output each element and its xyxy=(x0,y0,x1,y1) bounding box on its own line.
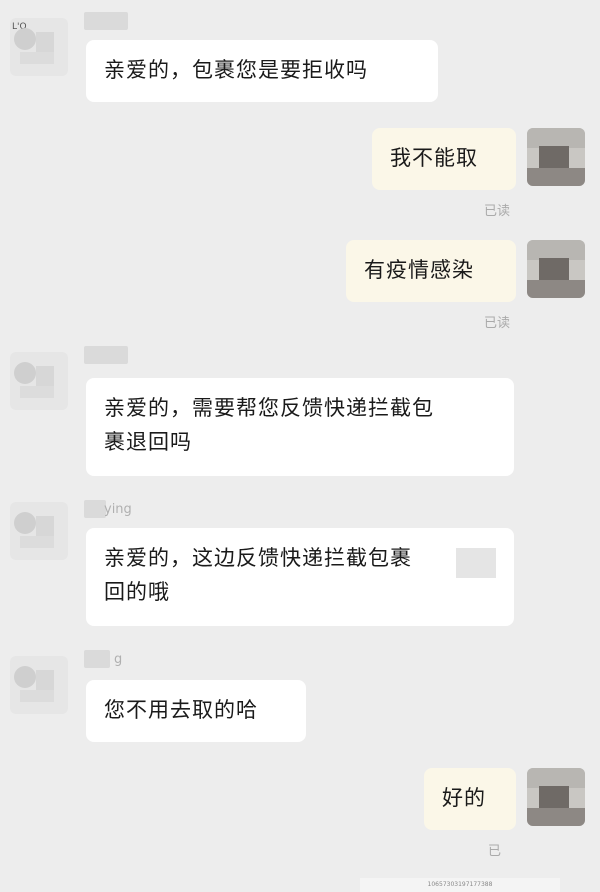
message-bubble[interactable]: 有疫情感染 xyxy=(346,240,516,302)
message-bubble[interactable]: 亲爱的，需要帮您反馈快递拦截包 裹退回吗 xyxy=(86,378,514,476)
message-text-line-1: 亲爱的，需要帮您反馈快递拦截包 xyxy=(104,396,434,420)
bottom-code-strip: 10657303197177388 xyxy=(360,878,560,892)
message-text-line-2: 裹退回吗 xyxy=(104,430,192,454)
sender-name xyxy=(84,346,128,364)
read-status: 已 xyxy=(488,844,502,859)
sender-name-text: ying xyxy=(104,502,132,517)
chat-window: L'O 亲爱的，包裹您是要拒收吗 我不能取 已读 有疫情感染 已读 亲爱的，需要… xyxy=(0,0,600,892)
message-text-line-1: 亲爱的，这边反馈快递拦截包裹 xyxy=(104,546,412,570)
message-text-line-2: 回的哦 xyxy=(104,580,170,604)
avatar[interactable] xyxy=(10,656,68,714)
message-text: 我不能取 xyxy=(390,146,478,170)
read-status: 已读 xyxy=(484,316,511,331)
message-text: 好的 xyxy=(442,786,486,810)
sender-name xyxy=(84,650,110,668)
avatar[interactable] xyxy=(527,128,585,186)
avatar[interactable] xyxy=(527,240,585,298)
sender-name xyxy=(84,12,128,30)
message-bubble[interactable]: 亲爱的，包裹您是要拒收吗 xyxy=(86,40,438,102)
message-bubble[interactable]: 您不用去取的哈 xyxy=(86,680,306,742)
avatar[interactable] xyxy=(527,768,585,826)
avatar[interactable] xyxy=(10,502,68,560)
sender-name-text: g xyxy=(114,652,123,667)
sender-name xyxy=(84,500,106,518)
message-bubble[interactable]: 好的 xyxy=(424,768,516,830)
message-text: 您不用去取的哈 xyxy=(104,698,258,722)
message-bubble[interactable]: 我不能取 xyxy=(372,128,516,190)
footer-code: 10657303197177388 xyxy=(427,881,493,888)
avatar[interactable] xyxy=(10,352,68,410)
message-text: 亲爱的，包裹您是要拒收吗 xyxy=(104,58,368,82)
avatar[interactable]: L'O xyxy=(10,18,68,76)
message-bubble[interactable]: 亲爱的，这边反馈快递拦截包裹 回的哦 xyxy=(86,528,514,626)
censor-block xyxy=(456,548,496,578)
message-text: 有疫情感染 xyxy=(364,258,474,282)
read-status: 已读 xyxy=(484,204,511,219)
